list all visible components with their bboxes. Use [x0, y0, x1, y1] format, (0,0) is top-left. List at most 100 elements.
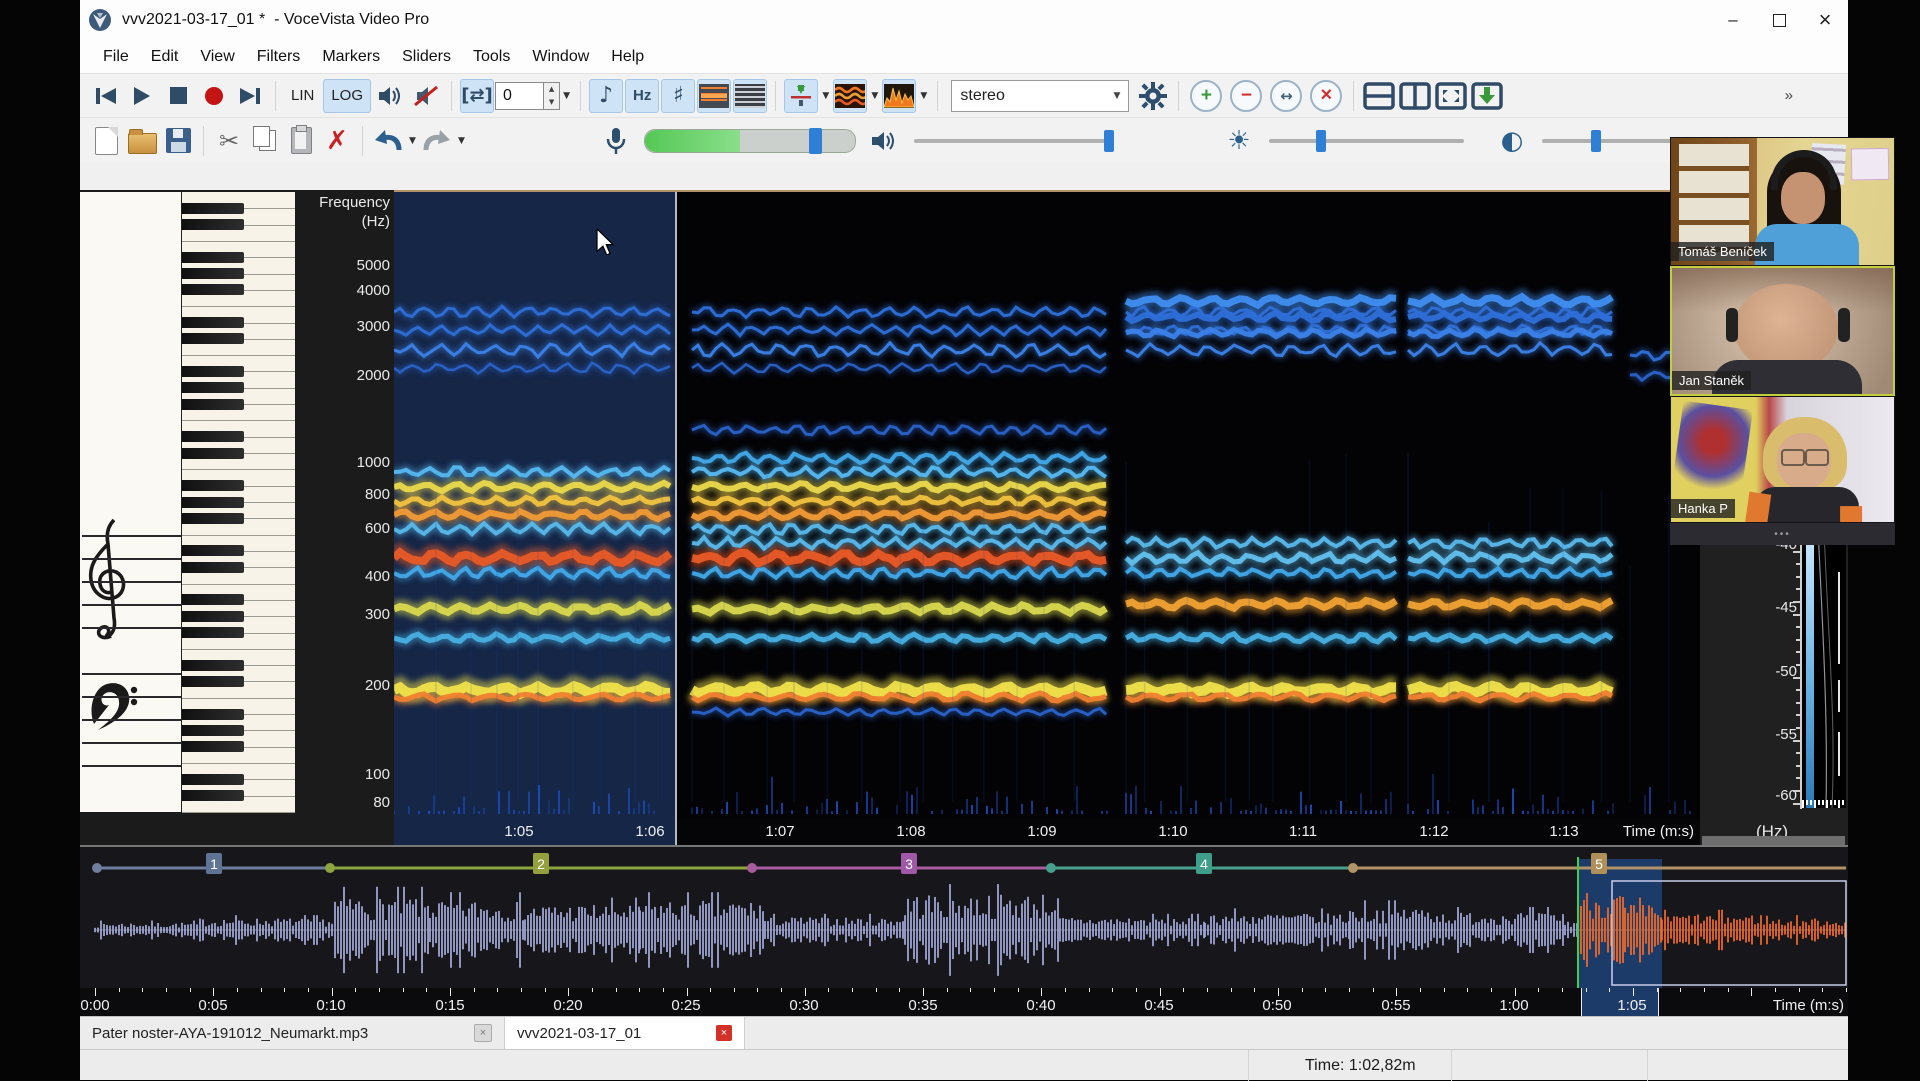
menu-item-tools[interactable]: Tools — [462, 48, 521, 66]
record-button[interactable] — [197, 79, 231, 113]
zoom-reset-button[interactable]: × — [1310, 80, 1342, 112]
skip-start-button[interactable] — [89, 79, 123, 113]
play-button[interactable] — [125, 79, 159, 113]
export-panel-button[interactable] — [1470, 79, 1504, 113]
settings-button[interactable] — [1136, 79, 1170, 113]
cut-button[interactable]: ✂ — [212, 124, 246, 158]
zoom-out-button[interactable]: − — [1230, 80, 1262, 112]
tab-2[interactable]: vvv2021-03-17_01× — [505, 1017, 745, 1049]
input-level-handle[interactable] — [809, 128, 822, 154]
undo-button[interactable] — [371, 124, 405, 158]
video-call-grip[interactable]: ••• — [1670, 523, 1895, 545]
new-file-button[interactable] — [89, 124, 123, 158]
split-horizontal-button[interactable] — [1362, 79, 1396, 113]
save-file-button[interactable] — [161, 124, 195, 158]
log-scale-button[interactable]: LOG — [323, 79, 371, 113]
spectrogram-playhead[interactable] — [675, 192, 677, 845]
volume-slider[interactable] — [914, 139, 1114, 143]
zoom-fit-button[interactable]: ↔ — [1270, 80, 1302, 112]
channel-mode-select[interactable]: stereo ▼ — [951, 80, 1129, 112]
black-key[interactable] — [182, 219, 244, 230]
marker-badge-number[interactable]: 4 — [1200, 856, 1208, 872]
brightness-slider-handle[interactable] — [1316, 130, 1326, 152]
input-level-meter[interactable] — [644, 129, 856, 153]
collapse-panels-button[interactable] — [1434, 79, 1468, 113]
black-key[interactable] — [182, 448, 244, 459]
black-key[interactable] — [182, 611, 244, 622]
hz-display-button[interactable]: Hz — [625, 79, 659, 113]
menu-item-window[interactable]: Window — [521, 48, 600, 66]
marker-badge-number[interactable]: 3 — [905, 856, 913, 872]
menu-item-filters[interactable]: Filters — [246, 48, 312, 66]
paste-button[interactable] — [284, 124, 318, 158]
black-key[interactable] — [182, 545, 244, 556]
brightness-slider[interactable] — [1269, 139, 1464, 143]
spectrum-view-button[interactable] — [882, 79, 916, 113]
marker-badge-number[interactable]: 5 — [1595, 856, 1603, 872]
video-tile[interactable]: Tomáš Beníček — [1670, 137, 1895, 266]
right-pane-scrollbar[interactable] — [1702, 836, 1845, 845]
split-vertical-button[interactable] — [1398, 79, 1432, 113]
tab-close-button[interactable]: × — [474, 1024, 492, 1042]
contrast-slider-handle[interactable] — [1591, 130, 1601, 152]
spectrum-dropdown[interactable]: ▼ — [917, 91, 930, 101]
piano-keyboard[interactable] — [181, 192, 295, 812]
menu-item-markers[interactable]: Markers — [311, 48, 391, 66]
menu-item-file[interactable]: File — [92, 48, 140, 66]
waveform-overview[interactable]: 1 2 3 4 5 — [80, 845, 1848, 988]
snap-dropdown[interactable]: ▼ — [819, 91, 832, 101]
skip-end-button[interactable] — [233, 79, 267, 113]
volume-slider-handle[interactable] — [1104, 130, 1114, 152]
spectrogram[interactable] — [394, 192, 1700, 818]
black-key[interactable] — [182, 709, 244, 720]
black-key[interactable] — [182, 284, 244, 295]
black-key[interactable] — [182, 431, 244, 442]
black-key[interactable] — [182, 725, 244, 736]
tab-close-button[interactable]: × — [716, 1025, 732, 1041]
sharp-display-button[interactable]: ♯ — [661, 79, 695, 113]
black-key[interactable] — [182, 203, 244, 214]
black-key[interactable] — [182, 774, 244, 785]
loop-mode-button[interactable]: [⇄] — [460, 79, 494, 113]
waves-view-button[interactable] — [833, 79, 867, 113]
copy-button[interactable] — [248, 124, 282, 158]
contrast-button[interactable]: ◐ — [1495, 124, 1529, 158]
black-key[interactable] — [182, 497, 244, 508]
black-key[interactable] — [182, 399, 244, 410]
restore-button[interactable] — [1756, 0, 1802, 40]
waves-dropdown[interactable]: ▼ — [868, 91, 881, 101]
redo-dropdown[interactable]: ▼ — [455, 136, 468, 146]
black-key[interactable] — [182, 676, 244, 687]
marker-badge-number[interactable]: 2 — [537, 856, 545, 872]
stop-button[interactable] — [161, 79, 195, 113]
brightness-button[interactable]: ☀ — [1222, 124, 1256, 158]
menu-item-sliders[interactable]: Sliders — [391, 48, 462, 66]
lines-view-button[interactable] — [733, 79, 767, 113]
black-key[interactable] — [182, 252, 244, 263]
playback-volume-button[interactable] — [867, 124, 901, 158]
menu-item-help[interactable]: Help — [600, 48, 655, 66]
black-key[interactable] — [182, 741, 244, 752]
tab-1[interactable]: Pater noster-AYA-191012_Neumarkt.mp3× — [80, 1017, 505, 1049]
minimize-button[interactable]: – — [1710, 0, 1756, 40]
black-key[interactable] — [182, 594, 244, 605]
loop-count-input[interactable]: 0 — [495, 82, 544, 110]
menu-item-view[interactable]: View — [189, 48, 245, 66]
redo-button[interactable] — [420, 124, 454, 158]
audio-on-button[interactable] — [373, 79, 407, 113]
black-key[interactable] — [182, 268, 244, 279]
marker-badge-number[interactable]: 1 — [210, 856, 218, 872]
linear-scale-button[interactable]: LIN — [284, 79, 321, 113]
black-key[interactable] — [182, 513, 244, 524]
close-button[interactable]: × — [1802, 0, 1848, 40]
black-key[interactable] — [182, 627, 244, 638]
snap-to-line-button[interactable] — [784, 79, 818, 113]
note-display-button[interactable]: ♪ — [589, 79, 623, 113]
black-key[interactable] — [182, 366, 244, 377]
black-key[interactable] — [182, 382, 244, 393]
audio-mute-button[interactable] — [409, 79, 443, 113]
open-file-button[interactable] — [125, 124, 159, 158]
black-key[interactable] — [182, 660, 244, 671]
black-key[interactable] — [182, 333, 244, 344]
mic-button[interactable] — [599, 124, 633, 158]
